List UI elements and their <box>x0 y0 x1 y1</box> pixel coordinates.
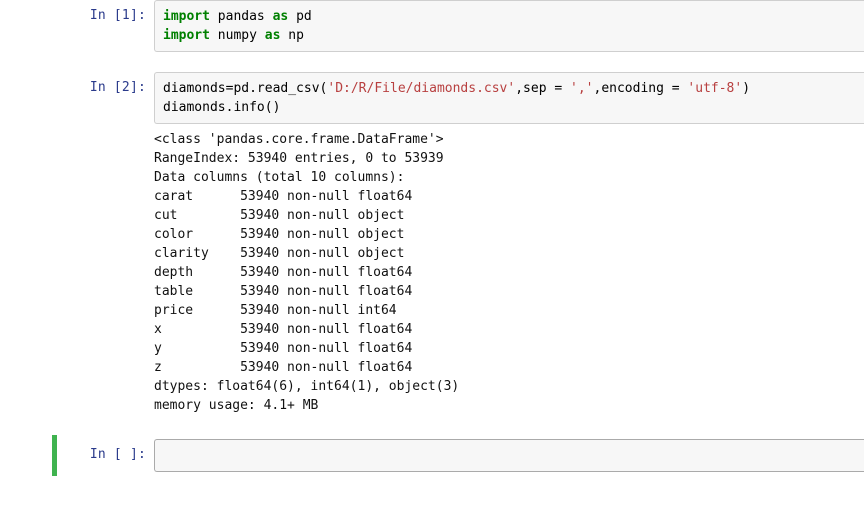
input-row: In [ ]: <box>57 439 864 472</box>
input-row: In [2]: diamonds=pd.read_csv('D:/R/File/… <box>0 72 864 124</box>
output-row: <class 'pandas.core.frame.DataFrame'> Ra… <box>0 124 864 415</box>
code-editor[interactable]: diamonds=pd.read_csv('D:/R/File/diamonds… <box>154 72 864 124</box>
code-editor[interactable] <box>154 439 864 472</box>
notebook-cell: In [2]: diamonds=pd.read_csv('D:/R/File/… <box>0 72 864 415</box>
notebook-cell: In [1]: import pandas as pd import numpy… <box>0 0 864 52</box>
input-area <box>154 439 864 472</box>
output-area-wrap: <class 'pandas.core.frame.DataFrame'> Ra… <box>154 124 864 415</box>
notebook: In [1]: import pandas as pd import numpy… <box>0 0 864 506</box>
input-prompt: In [ ]: <box>57 439 154 472</box>
input-area: import pandas as pd import numpy as np <box>154 0 864 52</box>
stdout-output: <class 'pandas.core.frame.DataFrame'> Ra… <box>154 124 864 415</box>
input-prompt: In [2]: <box>0 72 154 124</box>
input-area: diamonds=pd.read_csv('D:/R/File/diamonds… <box>154 72 864 124</box>
output-prompt <box>0 124 154 415</box>
input-row: In [1]: import pandas as pd import numpy… <box>0 0 864 52</box>
notebook-cell-selected: In [ ]: <box>52 435 864 476</box>
input-prompt: In [1]: <box>0 0 154 52</box>
code-editor[interactable]: import pandas as pd import numpy as np <box>154 0 864 52</box>
